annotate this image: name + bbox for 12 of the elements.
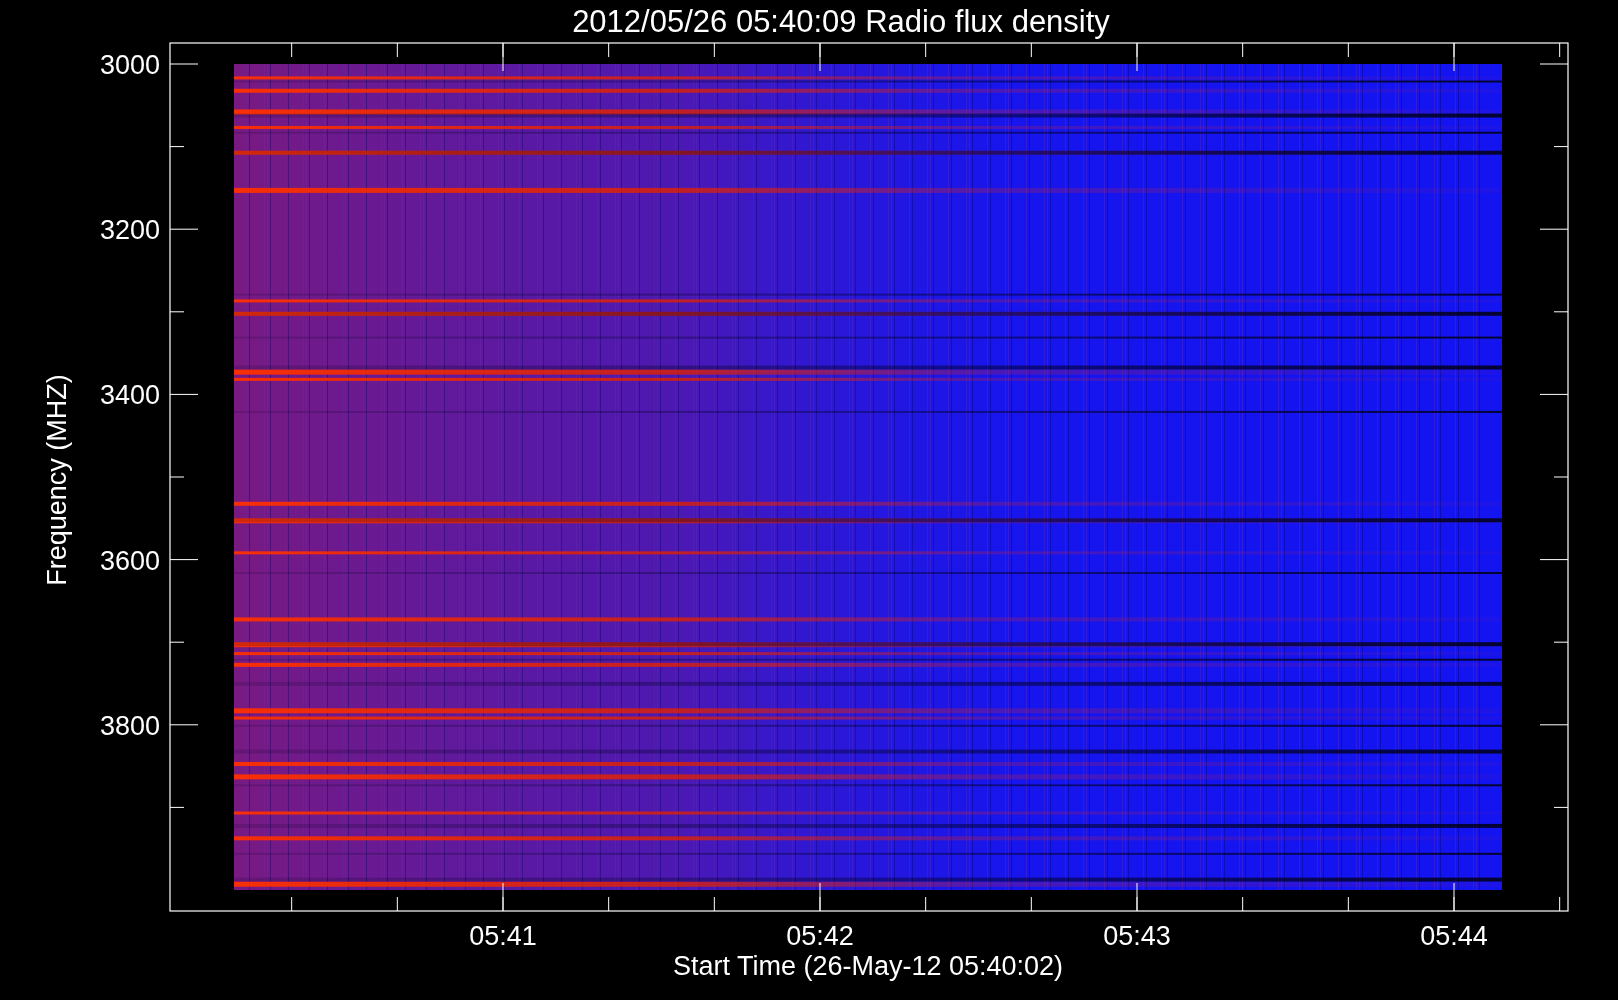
x-tick-label: 05:44: [1420, 921, 1488, 951]
y-tick-label: 3200: [99, 215, 160, 246]
x-tick-label: 05:43: [1103, 921, 1171, 951]
x-axis-label: Start Time (26-May-12 05:40:02): [672, 951, 1064, 981]
x-tick-label: 05:42: [786, 921, 854, 951]
y-tick-label: 3800: [99, 710, 160, 741]
y-axis-label: Frequency (MHZ): [42, 374, 72, 586]
chart-title: 2012/05/26 05:40:09 Radio flux density: [572, 4, 1110, 39]
y-tick-label: 3000: [99, 50, 160, 80]
y-tick-label: 3600: [99, 545, 160, 576]
x-tick-label: 05:41: [469, 921, 537, 951]
y-tick-label: 3400: [99, 380, 160, 411]
